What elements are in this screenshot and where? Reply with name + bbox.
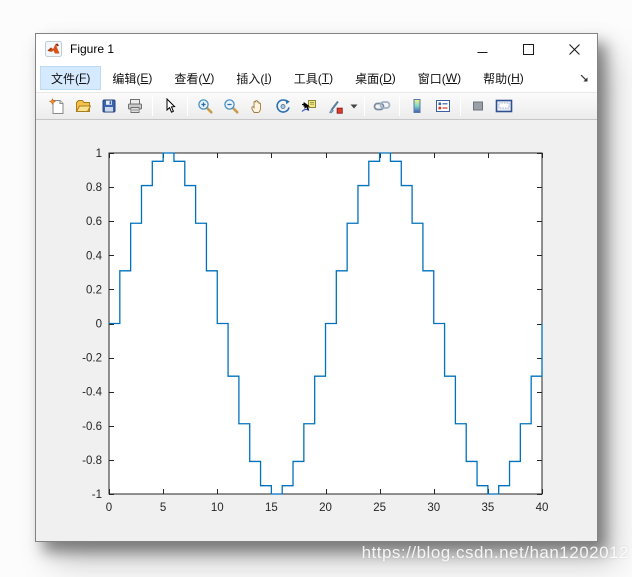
svg-text:0.4: 0.4	[86, 250, 103, 262]
figure-window: Figure 1 文件(F) 编辑(E) 查看(V) 插入(I) 工具(T) 桌面(D) 窗	[35, 33, 598, 542]
data-cursor-button[interactable]	[296, 94, 322, 118]
insert-legend-button[interactable]	[430, 94, 456, 118]
legend-icon	[436, 100, 450, 112]
matlab-logo-icon	[45, 41, 62, 57]
link-plot-button[interactable]	[369, 94, 395, 118]
menu-item-d[interactable]: 桌面(D)	[344, 66, 407, 90]
svg-text:0: 0	[96, 319, 102, 331]
titlebar[interactable]: Figure 1	[36, 34, 597, 64]
toolbar-separator	[364, 96, 365, 116]
dropdown-caret-icon	[350, 104, 358, 108]
brush-dropdown-button[interactable]	[348, 94, 360, 118]
svg-text:10: 10	[211, 502, 224, 514]
menu-item-e[interactable]: 编辑(E)	[101, 66, 163, 90]
pan-hand-icon	[251, 100, 261, 113]
svg-text:0.8: 0.8	[86, 182, 102, 194]
stairs-plot[interactable]: 0 5 10 15 20 25 30 35 40 -1 -0.8 -0.6 -0.4 -0.2 0 0.2 0.…	[36, 120, 597, 541]
menubar: 文件(F) 编辑(E) 查看(V) 插入(I) 工具(T) 桌面(D) 窗口(W) 帮助(H)	[36, 64, 597, 92]
svg-text:15: 15	[265, 502, 278, 514]
screen: Figure 1 文件(F) 编辑(E) 查看(V) 插入(I) 工具(T) 桌面(D) 窗	[0, 0, 632, 577]
menu-item-f[interactable]: 文件(F)	[40, 66, 102, 90]
svg-text:-0.8: -0.8	[82, 455, 102, 467]
toolbar-separator	[399, 96, 400, 116]
svg-text:-0.2: -0.2	[82, 353, 102, 365]
minimize-button[interactable]	[459, 34, 505, 64]
printer-icon	[128, 99, 142, 113]
svg-text:-1: -1	[92, 489, 102, 501]
svg-text:30: 30	[427, 502, 440, 514]
svg-text:20: 20	[319, 502, 332, 514]
watermark: https://blog.csdn.net/han1202012	[361, 543, 629, 562]
close-button[interactable]	[551, 34, 597, 64]
toolbar-separator	[460, 96, 461, 116]
new-figure-button[interactable]	[44, 94, 70, 118]
rotate-3d-button[interactable]	[270, 94, 296, 118]
dock-arrow-icon	[580, 74, 588, 81]
open-file-button[interactable]	[70, 94, 96, 118]
zoom-in-button[interactable]	[192, 94, 218, 118]
menu-item-t[interactable]: 工具(T)	[283, 66, 344, 90]
svg-text:1: 1	[96, 148, 102, 160]
zoom-out-icon	[224, 99, 239, 114]
window-title: Figure 1	[70, 42, 115, 56]
svg-text:25: 25	[373, 502, 386, 514]
pointer-icon	[166, 98, 176, 113]
menu-item-i[interactable]: 插入(I)	[225, 66, 282, 90]
show-plot-tools-icon	[495, 99, 513, 113]
open-folder-icon	[75, 100, 91, 112]
toolbar-separator	[187, 96, 188, 116]
menu-item-h[interactable]: 帮助(H)	[472, 66, 535, 90]
print-figure-button[interactable]	[122, 94, 148, 118]
maximize-icon	[522, 43, 534, 55]
svg-text:5: 5	[160, 502, 166, 514]
insert-colorbar-button[interactable]	[404, 94, 430, 118]
rotate-3d-icon	[276, 99, 290, 113]
colorbar-icon	[413, 99, 421, 113]
hide-plot-tools-icon	[473, 101, 483, 111]
svg-text:0: 0	[106, 502, 112, 514]
minimize-icon	[477, 51, 487, 53]
show-plot-tools-button[interactable]	[491, 94, 517, 118]
save-icon	[102, 99, 116, 113]
toolbar-separator	[152, 96, 153, 116]
link-icon	[373, 101, 391, 111]
close-icon	[568, 43, 580, 55]
svg-text:0.2: 0.2	[86, 284, 102, 296]
brush-icon	[329, 100, 343, 114]
svg-text:-0.4: -0.4	[82, 387, 102, 399]
zoom-in-icon	[198, 99, 213, 114]
menu-overflow-button[interactable]	[580, 64, 589, 92]
hide-plot-tools-button[interactable]	[465, 94, 491, 118]
svg-text:0.6: 0.6	[86, 216, 102, 228]
svg-text:35: 35	[481, 502, 494, 514]
svg-text:-0.6: -0.6	[82, 421, 102, 433]
new-figure-icon	[49, 98, 64, 114]
figure-canvas: 0 5 10 15 20 25 30 35 40 -1 -0.8 -0.6 -0.4 -0.2 0 0.2 0.…	[36, 120, 597, 541]
brush-data-button[interactable]	[322, 94, 348, 118]
pan-button[interactable]	[244, 94, 270, 118]
menu-item-v[interactable]: 查看(V)	[163, 66, 225, 90]
zoom-out-button[interactable]	[218, 94, 244, 118]
menu-item-w[interactable]: 窗口(W)	[407, 66, 472, 90]
edit-plot-button[interactable]	[157, 94, 183, 118]
save-figure-button[interactable]	[96, 94, 122, 118]
figure-toolbar	[36, 92, 597, 120]
svg-text:40: 40	[536, 502, 549, 514]
data-cursor-icon	[301, 100, 316, 112]
maximize-button[interactable]	[505, 34, 551, 64]
